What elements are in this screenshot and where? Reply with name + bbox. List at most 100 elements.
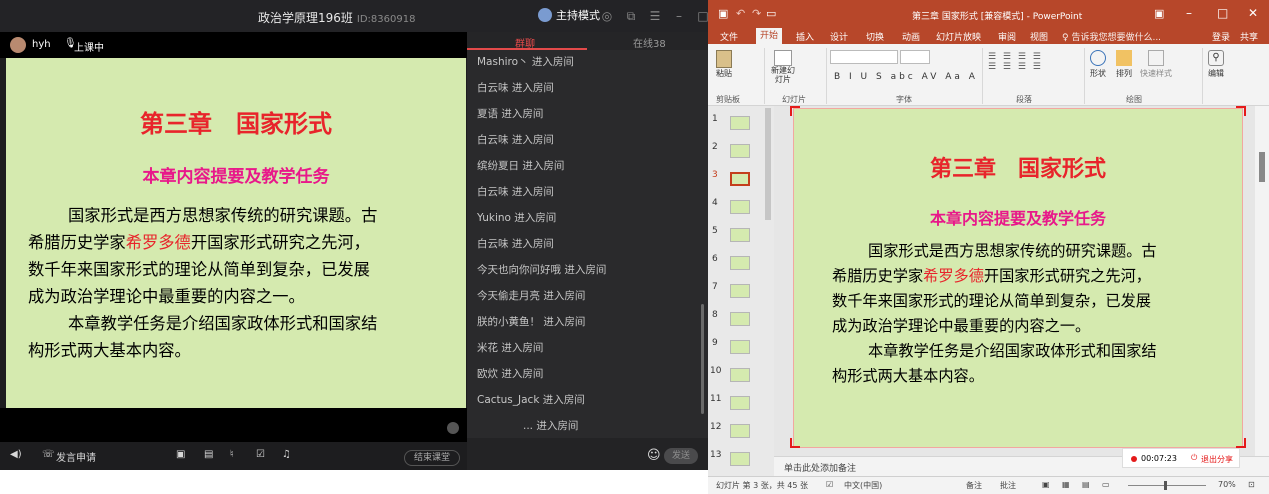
font-name-select[interactable] (830, 50, 898, 64)
paragraph-tools[interactable]: ☰ ☰ ☰ ☰ ☰ ☰ ☰ ☰ (988, 52, 1043, 72)
host-avatar-icon (538, 8, 552, 22)
tab-insert[interactable]: 插入 (796, 30, 814, 43)
arrange-button[interactable]: 排列 (1116, 48, 1132, 79)
tab-review[interactable]: 审阅 (998, 30, 1016, 43)
font-format-row[interactable]: B I U S abc AV Aa A (834, 72, 978, 82)
tab-transitions[interactable]: 切换 (866, 30, 884, 43)
slide-thumbnail[interactable] (730, 200, 750, 214)
record-icon[interactable]: ◎ (600, 9, 614, 23)
music-icon[interactable]: ♫ (282, 449, 291, 460)
recording-time: 00:07:23 (1141, 454, 1177, 463)
maximize-icon[interactable]: □ (696, 9, 708, 23)
tab-animations[interactable]: 动画 (902, 30, 920, 43)
current-slide[interactable]: 第三章 国家形式 本章内容提要及教学任务 国家形式是西方思想家传统的研究课题。古… (793, 108, 1243, 448)
paste-button[interactable]: 粘贴 (716, 48, 732, 79)
slide-thumbnail[interactable] (730, 228, 750, 242)
chat-input[interactable]: ☺ 发送 (467, 438, 708, 470)
slide-body: 国家形式是西方思想家传统的研究课题。古 希腊历史学家希罗多德开国家形式研究之先河… (832, 239, 1157, 389)
menu-icon[interactable]: ☰ (648, 9, 662, 23)
reading-view-icon[interactable]: ▤ (1082, 480, 1090, 489)
minimize-icon[interactable]: – (1186, 6, 1192, 20)
phone-icon[interactable]: ☏ (42, 449, 55, 460)
slide-thumbnail[interactable] (730, 452, 750, 466)
capture-corner (1236, 106, 1246, 116)
speaker-icon[interactable]: ◀) (10, 449, 22, 460)
body-line: 构形式两大基本内容。 (832, 367, 984, 385)
whiteboard-icon[interactable]: ☑ (256, 449, 265, 460)
tab-view[interactable]: 视图 (1030, 30, 1048, 43)
zoom-slider[interactable] (1128, 485, 1206, 486)
login-link[interactable]: 登录 (1212, 30, 1230, 43)
normal-view-icon[interactable]: ▣ (1042, 480, 1050, 489)
present-icon[interactable]: ▭ (766, 7, 776, 20)
body-line: 成为政治学理论中最重要的内容之一。 (832, 317, 1091, 335)
undo-icon[interactable]: ↶ (736, 7, 745, 20)
camera-icon[interactable]: ▣ (176, 449, 185, 460)
slide-thumbnail[interactable] (730, 284, 750, 298)
slide-thumbnail[interactable] (730, 368, 750, 382)
external-icon[interactable]: ⧉ (624, 9, 638, 23)
share-button[interactable]: 共享 (1240, 30, 1258, 43)
slide-thumbnail[interactable] (730, 116, 750, 130)
host-mode-button[interactable]: 主持模式 (538, 7, 600, 23)
chat-message: 白云味 进入房间 (477, 82, 554, 94)
spell-check-icon[interactable]: ☑ (826, 480, 833, 489)
slideshow-view-icon[interactable]: ▭ (1102, 480, 1110, 489)
tab-home[interactable]: 开始 (756, 28, 783, 44)
slide-thumbnail[interactable] (730, 424, 750, 438)
slide-thumbnail[interactable] (730, 256, 750, 270)
arrange-label: 排列 (1116, 69, 1132, 78)
slide-title: 第三章 国家形式 (929, 156, 1106, 182)
redo-icon[interactable]: ↷ (752, 7, 761, 20)
sorter-view-icon[interactable]: ▦ (1062, 480, 1070, 489)
group-drawing: 绘图 (1126, 95, 1142, 104)
shapes-icon (1090, 50, 1106, 66)
comments-button[interactable]: 批注 (1000, 480, 1016, 491)
slide-thumbnail[interactable] (730, 396, 750, 410)
tab-design[interactable]: 设计 (830, 30, 848, 43)
class-title: 政治学原理196班 ID:8360918 (258, 9, 415, 26)
status-language[interactable]: 中文(中国) (844, 480, 882, 491)
thumbnail-scrollbar[interactable] (765, 108, 771, 220)
new-slide-button[interactable]: 新建幻灯片 (770, 48, 796, 84)
notes-placeholder: 单击此处添加备注 (784, 464, 857, 474)
maximize-icon[interactable]: □ (1217, 6, 1228, 20)
zoom-slider-thumb[interactable] (1164, 481, 1167, 490)
edit-button[interactable]: ⚲ 编辑 (1208, 48, 1224, 79)
zoom-level[interactable]: 70% (1218, 480, 1236, 489)
class-name: 政治学原理196班 (258, 11, 353, 25)
quick-style-button[interactable]: 快速样式 (1140, 48, 1172, 79)
group-font: 字体 (896, 95, 912, 104)
ribbon-display-icon[interactable]: ▣ (1154, 7, 1164, 20)
speak-request-button[interactable]: 发言申请 (56, 449, 96, 464)
editor-scrollbar[interactable] (1255, 106, 1269, 456)
send-button[interactable]: 发送 (664, 448, 698, 464)
body-text: 希腊历史学家 (28, 233, 126, 252)
tell-me-search[interactable]: ♀ 告诉我您想要做什么... (1062, 30, 1161, 43)
slide-thumbnail[interactable] (730, 312, 750, 326)
chat-scrollbar[interactable] (701, 304, 704, 414)
minimize-icon[interactable]: – (672, 9, 686, 23)
font-size-select[interactable] (900, 50, 930, 64)
fit-window-icon[interactable]: ⊡ (1248, 480, 1255, 489)
thumb-number: 11 (710, 394, 722, 404)
save-icon[interactable]: ▣ (718, 7, 728, 20)
body-line: 国家形式是西方思想家传统的研究课题。古 (68, 206, 378, 225)
slide-thumbnail[interactable] (730, 340, 750, 354)
emoji-icon[interactable]: ☺ (647, 448, 661, 463)
notes-button[interactable]: 备注 (966, 480, 982, 491)
mic-icon[interactable]: ♮ (230, 449, 234, 460)
status-slide-count: 幻灯片 第 3 张，共 45 张 (716, 481, 808, 490)
scroll-thumb[interactable] (1259, 152, 1265, 182)
end-class-button[interactable]: 结束课堂 (404, 450, 460, 466)
close-icon[interactable]: ✕ (1248, 6, 1258, 20)
slide-subtitle: 本章内容提要及教学任务 (929, 209, 1106, 228)
exit-share-button[interactable]: 退出分享 (1201, 454, 1233, 465)
screen-icon[interactable]: ▤ (204, 449, 213, 460)
tab-slideshow[interactable]: 幻灯片放映 (936, 30, 981, 43)
slide-thumbnail[interactable] (730, 144, 750, 158)
slide-thumbnail-selected[interactable] (730, 172, 750, 186)
tab-online[interactable]: 在线38 (633, 35, 666, 50)
tab-file[interactable]: 文件 (720, 30, 738, 43)
shape-button[interactable]: 形状 (1090, 48, 1106, 79)
